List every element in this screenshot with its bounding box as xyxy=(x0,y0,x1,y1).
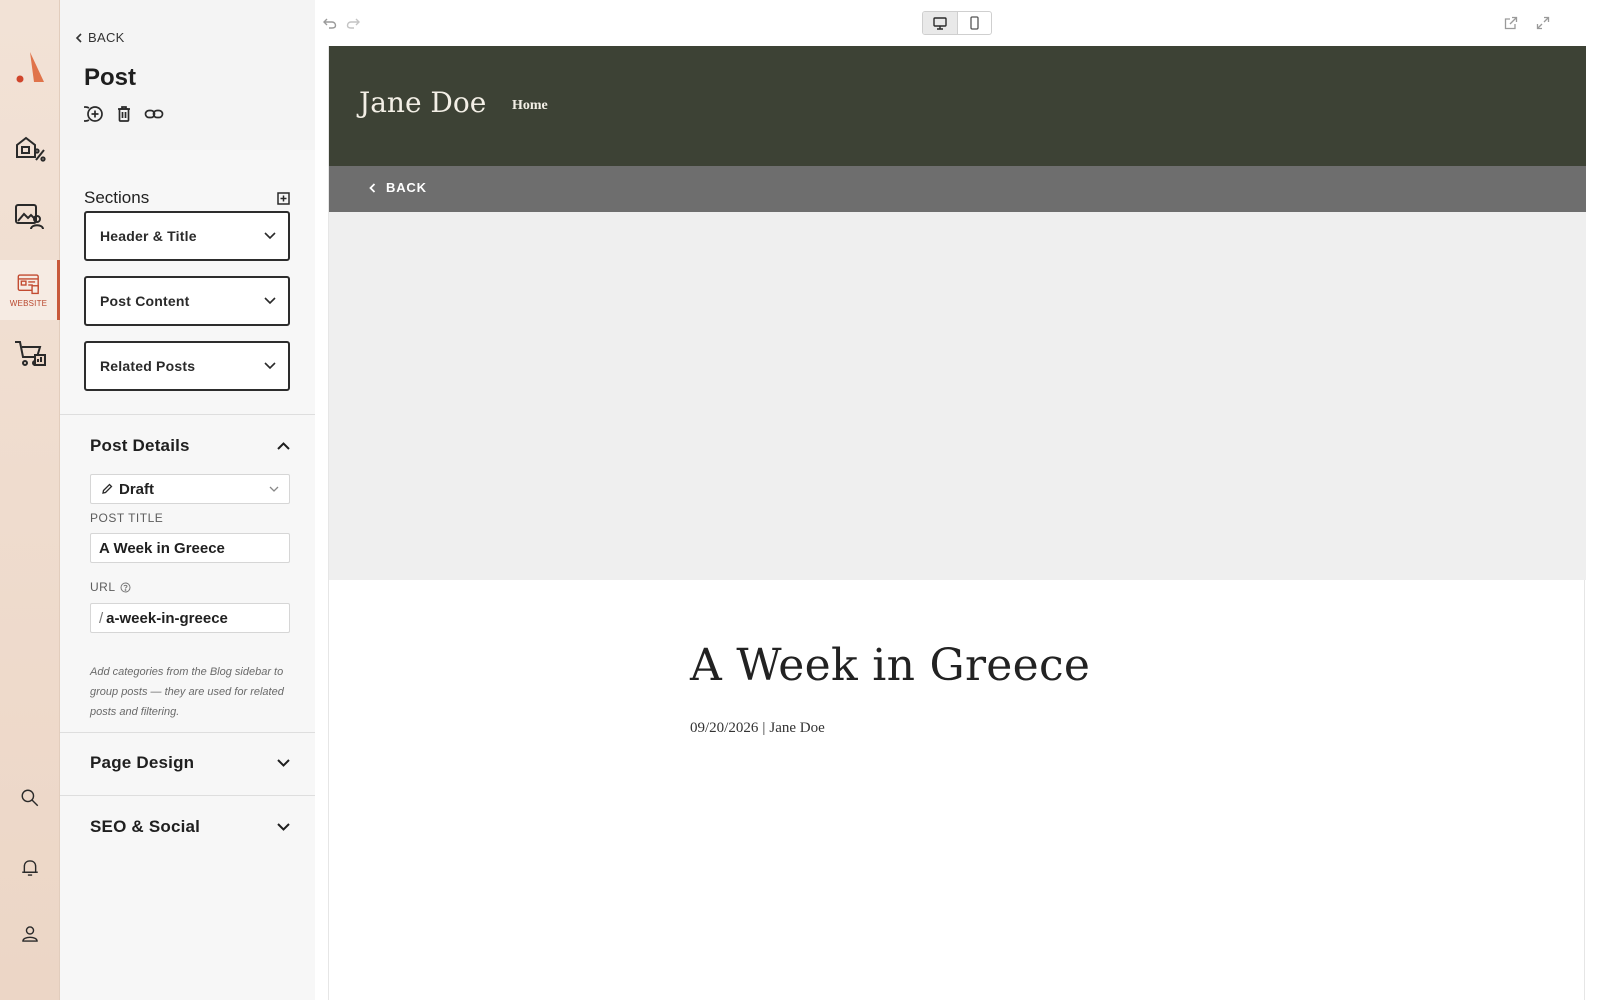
divider xyxy=(60,795,315,796)
chevron-down-icon xyxy=(264,232,276,240)
hero-image-placeholder[interactable] xyxy=(329,212,1586,580)
redo-button[interactable] xyxy=(344,14,362,32)
add-section-icon[interactable] xyxy=(277,191,290,205)
article-author: Jane Doe xyxy=(769,720,825,736)
rail-item-account[interactable] xyxy=(0,904,60,964)
media-library-icon xyxy=(15,204,44,230)
article-meta-separator: | xyxy=(762,720,766,736)
desktop-view-button[interactable] xyxy=(923,12,957,34)
rail-item-commerce[interactable] xyxy=(0,324,60,384)
chevron-down-icon xyxy=(269,486,279,492)
search-icon xyxy=(21,789,39,807)
rail-item-notifications[interactable] xyxy=(0,838,60,898)
page-design-toggle[interactable]: Page Design xyxy=(90,753,290,773)
canvas-toolbar xyxy=(316,0,1600,46)
undo-icon xyxy=(323,18,337,29)
open-external-button[interactable] xyxy=(1502,14,1520,32)
site-preview: Jane Doe Home BACK A Week in Greece 09/2… xyxy=(328,46,1586,1000)
trash-icon xyxy=(118,106,130,122)
section-label: Header & Title xyxy=(100,228,197,244)
delete-button[interactable] xyxy=(114,104,134,124)
fullscreen-button[interactable] xyxy=(1534,14,1552,32)
divider xyxy=(60,732,315,733)
help-icon[interactable] xyxy=(120,582,131,593)
section-label: Related Posts xyxy=(100,358,196,374)
chevron-up-icon xyxy=(277,442,290,450)
article-title: A Week in Greece xyxy=(690,640,1091,691)
site-header: Jane Doe Home xyxy=(329,46,1586,166)
panel-header: BACK Post xyxy=(60,0,315,150)
rail-item-website[interactable]: WEBSITE xyxy=(0,260,60,320)
nav-home-link[interactable]: Home xyxy=(512,98,548,114)
chevron-down-icon xyxy=(277,759,290,767)
site-back-label: BACK xyxy=(386,180,427,195)
url-value: a-week-in-greece xyxy=(106,609,228,627)
app-rail: WEBSITE xyxy=(0,0,60,1000)
back-label: BACK xyxy=(88,30,125,45)
duplicate-button[interactable] xyxy=(84,104,104,124)
seo-social-label: SEO & Social xyxy=(90,817,201,836)
post-actions xyxy=(84,104,164,124)
chevron-down-icon xyxy=(277,823,290,831)
rail-item-website-label: WEBSITE xyxy=(9,299,48,308)
device-toggle xyxy=(922,11,992,35)
mobile-view-button[interactable] xyxy=(956,12,992,34)
chevron-down-icon xyxy=(264,297,276,305)
bell-icon xyxy=(22,860,38,876)
url-label-row: URL xyxy=(90,580,131,594)
url-input[interactable]: / a-week-in-greece xyxy=(90,603,290,633)
divider xyxy=(60,414,315,415)
post-details-toggle[interactable]: Post Details xyxy=(90,436,290,456)
sections-header: Sections xyxy=(84,188,290,208)
chevron-down-icon xyxy=(264,362,276,370)
site-back-link[interactable]: BACK xyxy=(369,180,427,195)
status-value: Draft xyxy=(119,480,155,498)
url-prefix: / xyxy=(99,609,104,627)
undo-button[interactable] xyxy=(321,14,339,32)
section-post-content[interactable]: Post Content xyxy=(84,276,290,326)
user-icon xyxy=(22,926,38,942)
section-header-title[interactable]: Header & Title xyxy=(84,211,290,261)
section-related-posts[interactable]: Related Posts xyxy=(84,341,290,391)
chevron-left-icon xyxy=(75,32,82,43)
section-label: Post Content xyxy=(100,293,190,309)
mobile-icon xyxy=(970,16,979,30)
page-design-label: Page Design xyxy=(90,753,195,772)
post-title-label: POST TITLE xyxy=(90,511,164,525)
categories-helper-text: Add categories from the Blog sidebar to … xyxy=(90,666,284,718)
article-date: 09/20/2026 xyxy=(690,720,759,736)
external-link-icon xyxy=(1504,16,1518,30)
link-icon xyxy=(144,109,164,119)
sections-label: Sections xyxy=(84,188,150,207)
status-select[interactable]: Draft xyxy=(90,474,290,504)
brand-logo-icon[interactable] xyxy=(14,48,46,88)
duplicate-icon xyxy=(84,106,103,122)
expand-icon xyxy=(1536,16,1550,30)
copy-link-button[interactable] xyxy=(144,104,164,124)
store-discount-icon xyxy=(16,136,46,162)
chevron-left-icon xyxy=(369,182,376,193)
post-title-value: A Week in Greece xyxy=(99,539,225,557)
post-details-label: Post Details xyxy=(90,436,190,455)
editor-panel: BACK Post Sections Header & Title Post C… xyxy=(60,0,315,1000)
url-label: URL xyxy=(90,580,116,594)
site-back-bar: BACK xyxy=(329,166,1586,212)
rail-item-search[interactable] xyxy=(0,768,60,828)
website-icon xyxy=(17,274,39,295)
site-name[interactable]: Jane Doe xyxy=(359,86,486,119)
rail-item-media[interactable] xyxy=(0,186,60,246)
article-meta: 09/20/2026 | Jane Doe xyxy=(690,720,825,737)
rail-item-store[interactable] xyxy=(0,118,60,178)
pencil-icon xyxy=(102,483,113,494)
redo-icon xyxy=(346,18,360,29)
back-button[interactable]: BACK xyxy=(75,30,125,45)
post-title-input[interactable]: A Week in Greece xyxy=(90,533,290,563)
seo-social-toggle[interactable]: SEO & Social xyxy=(90,817,290,837)
panel-title: Post xyxy=(84,64,137,91)
panel-body: Sections Header & Title Post Content Rel… xyxy=(60,150,315,1000)
desktop-icon xyxy=(933,16,947,30)
commerce-cart-icon xyxy=(15,341,46,366)
